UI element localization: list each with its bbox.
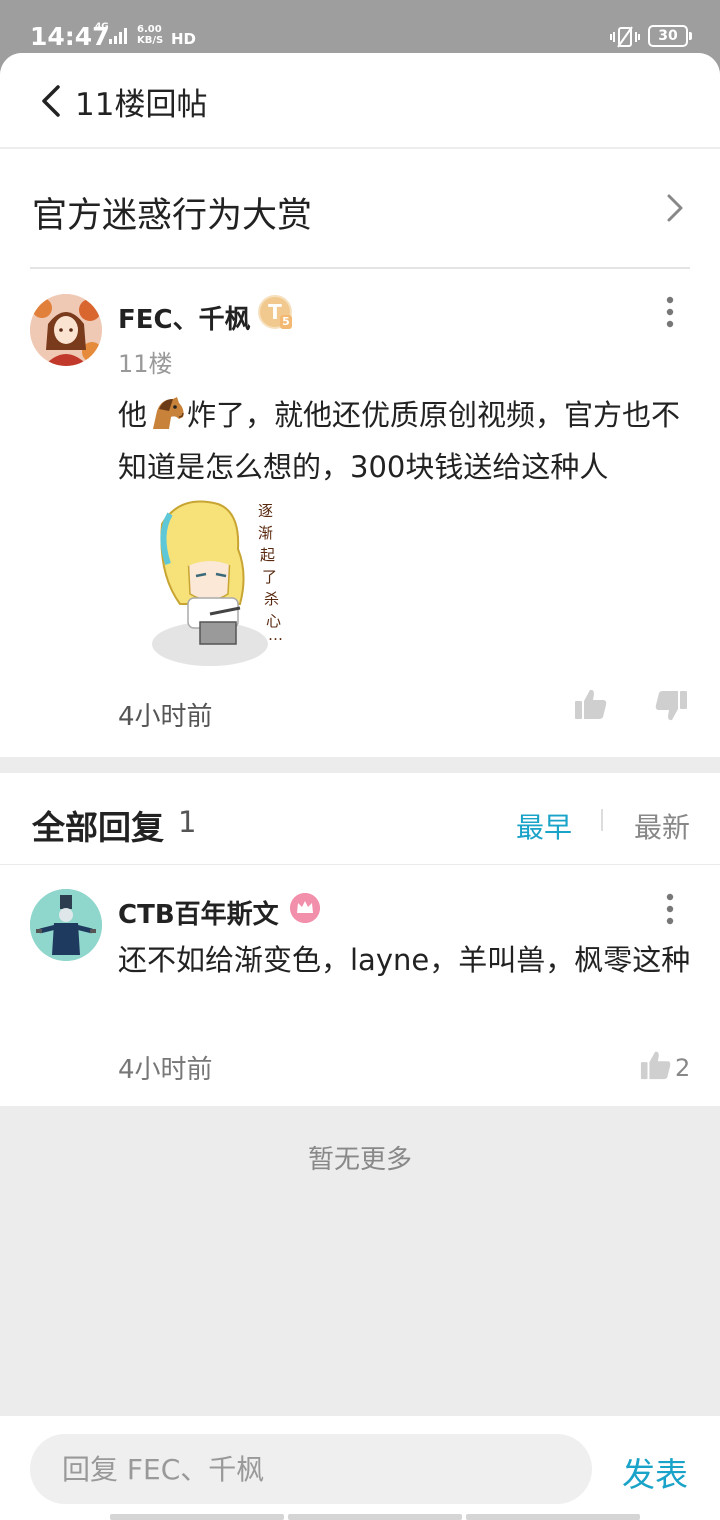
vibrate-icon: [610, 26, 640, 48]
reply-sheet: 11楼回帖 官方迷惑行为大赏 FEC、千枫 5 T 11楼 他 炸了，就他还优质…: [0, 53, 720, 1520]
hd-indicator: HD: [171, 30, 197, 48]
thumbs-down-icon[interactable]: [654, 689, 688, 723]
status-bar: 14:47 4G 6.00 KB/S HD 30: [0, 0, 720, 60]
more-options-icon[interactable]: [665, 296, 675, 328]
thumbs-up-icon[interactable]: [640, 1049, 672, 1081]
reply-time: 4小时前: [118, 1055, 213, 1085]
sort-divider: [601, 809, 603, 831]
page-title: 11楼回帖: [75, 87, 208, 123]
svg-text:渐: 渐: [258, 524, 273, 542]
reply-input[interactable]: [30, 1434, 592, 1504]
sort-earliest-tab[interactable]: 最早: [516, 806, 572, 846]
floor-number: 11楼: [118, 350, 173, 378]
svg-text:…: …: [268, 626, 283, 644]
divider: [0, 864, 720, 865]
svg-text:逐: 逐: [258, 502, 273, 520]
post-content: 他 炸了，就他还优质原创视频，官方也不知道是怎么想的，300块钱送给这种人: [118, 389, 698, 493]
horse-emoji-icon: [153, 397, 184, 429]
avatar-image: [30, 294, 102, 366]
original-post: 官方迷惑行为大赏 FEC、千枫 5 T 11楼 他 炸了，就他还优质原创视频，官…: [0, 149, 720, 757]
keyboard-hint-bar: [110, 1514, 640, 1520]
post-content-end: 炸了，就他还优质原创视频，官方也不知道是怎么想的，300块钱送给这种人: [118, 398, 681, 484]
post-time: 4小时前: [118, 702, 213, 732]
signal-icon: [109, 28, 127, 44]
no-more-label: 暂无更多: [307, 1145, 412, 1175]
avatar-image: [30, 889, 102, 961]
replies-title: 全部回复: [32, 808, 164, 847]
post-content-start: 他: [118, 398, 148, 432]
header: 11楼回帖: [0, 53, 720, 148]
sticker-image[interactable]: 逐 渐 起 了 杀 心 …: [140, 494, 300, 669]
replies-count: 1: [178, 805, 197, 839]
chevron-left-icon[interactable]: [38, 83, 66, 119]
badge-level: 5: [280, 315, 292, 329]
more-options-icon[interactable]: [665, 893, 675, 925]
network-indicator: 4G 6.00 KB/S HD: [95, 22, 197, 50]
reply-author[interactable]: CTB百年斯文: [118, 894, 279, 931]
battery-indicator: 30: [648, 25, 692, 47]
svg-text:杀: 杀: [264, 590, 279, 608]
submit-reply-button[interactable]: 发表: [622, 1448, 688, 1496]
svg-text:了: 了: [262, 568, 277, 586]
network-type: 4G: [95, 22, 109, 32]
reply-like-count: 2: [675, 1054, 691, 1082]
chevron-right-icon: [667, 194, 683, 222]
reply-content: 还不如给渐变色，layne，羊叫兽，枫零这种: [118, 943, 691, 977]
avatar[interactable]: [30, 889, 102, 961]
replies-section: 全部回复 1 最早 最新 CTB百年斯文 还不如给渐变色，layne，羊叫兽，枫…: [0, 773, 720, 1106]
network-speed-unit: KB/S: [137, 35, 164, 46]
post-author[interactable]: FEC、千枫: [118, 299, 251, 336]
network-speed: 6.00 KB/S: [137, 24, 163, 46]
level-badge: 5 T: [258, 295, 292, 329]
svg-text:起: 起: [260, 546, 275, 564]
network-speed-value: 6.00: [137, 24, 162, 35]
reply-bar: 发表: [0, 1416, 720, 1520]
thread-title: 官方迷惑行为大赏: [32, 196, 313, 236]
divider: [30, 267, 690, 269]
crown-badge-icon: [290, 893, 320, 923]
thumbs-up-icon[interactable]: [574, 687, 608, 721]
sort-newest-tab[interactable]: 最新: [634, 806, 690, 846]
sticker-drawing: 逐 渐 起 了 杀 心 …: [152, 500, 283, 666]
avatar[interactable]: [30, 294, 102, 366]
